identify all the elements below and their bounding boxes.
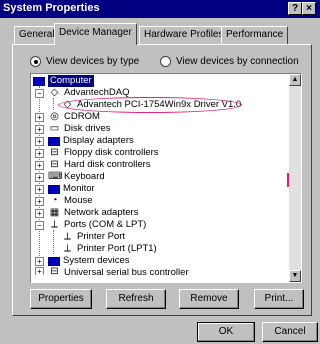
tab-device-manager[interactable]: Device Manager: [54, 23, 137, 45]
tree-item-disk-drives[interactable]: + ▭ Disk drives: [35, 123, 110, 135]
collapse-icon[interactable]: −: [35, 88, 44, 98]
tree-item-network-adapters[interactable]: + ▦ Network adapters: [35, 207, 138, 219]
tree-item-hard-disk-controllers[interactable]: + ⊟ Hard disk controllers: [35, 159, 151, 171]
tree-item-usb-controller[interactable]: + ⊟ Universal serial bus controller: [35, 267, 189, 275]
tree-item-advantechdaq[interactable]: − ◇ AdvantechDAQ: [35, 87, 129, 99]
view-by-connection-radio[interactable]: View devices by connection: [160, 56, 299, 67]
expand-icon[interactable]: +: [35, 136, 44, 146]
tree-item-computer[interactable]: Computer: [33, 75, 94, 87]
network-adapter-icon: ▦: [49, 207, 60, 218]
disk-drive-icon: ▭: [49, 123, 60, 134]
tree-item-label: Keyboard: [64, 171, 105, 182]
tree-item-keyboard[interactable]: + ⌨ Keyboard: [35, 171, 105, 183]
tree-item-label: AdvantechDAQ: [64, 87, 130, 98]
usb-controller-icon: ⊟: [50, 267, 59, 275]
daq-device-icon: ◇: [63, 99, 72, 110]
tree-item-label: CDROM: [64, 111, 100, 122]
radio-selected-icon: [30, 56, 41, 67]
expand-icon[interactable]: +: [35, 172, 44, 182]
collapse-icon[interactable]: −: [35, 220, 44, 230]
monitor-icon: [48, 184, 60, 194]
daq-icon: ◇: [50, 87, 59, 98]
tree-item-label: Universal serial bus controller: [64, 267, 189, 275]
highlight-mark: [287, 173, 289, 187]
tree-item-mouse[interactable]: + ◔ Mouse: [35, 195, 93, 207]
remove-button[interactable]: Remove: [179, 289, 239, 309]
cdrom-icon: ◎: [50, 111, 59, 122]
scroll-up-icon[interactable]: ▲: [289, 74, 301, 86]
tree-item-printer-port-lpt1[interactable]: ⟂ Printer Port (LPT1): [61, 243, 157, 255]
close-button[interactable]: ×: [302, 2, 316, 15]
tab-general[interactable]: General: [14, 26, 60, 44]
tree-item-label: Floppy disk controllers: [64, 147, 159, 158]
tree-item-label: Monitor: [63, 183, 95, 194]
hard-disk-controller-icon: ⊟: [50, 159, 59, 170]
tree-item-label: Computer: [48, 75, 94, 87]
floppy-controller-icon: ⊟: [50, 147, 59, 158]
printer-port-icon: ⟂: [64, 243, 71, 254]
tree-item-system-devices[interactable]: + System devices: [35, 255, 130, 267]
tree-item-display-adapters[interactable]: + Display adapters: [35, 135, 134, 147]
expand-icon[interactable]: +: [35, 184, 44, 194]
ports-icon: ⟂: [51, 219, 58, 230]
tree-item-ports[interactable]: − ⟂ Ports (COM & LPT): [35, 219, 146, 231]
tree-item-label: Disk drives: [64, 123, 111, 134]
view-by-connection-label: View devices by connection: [176, 56, 299, 67]
expand-icon[interactable]: +: [35, 208, 44, 218]
tree-item-label: Printer Port: [77, 231, 126, 242]
window-title: System Properties: [3, 2, 100, 14]
tree-item-label: Advantech PCI-1754Win9x Driver V1.0: [77, 99, 242, 110]
keyboard-icon: ⌨: [48, 171, 63, 182]
expand-icon[interactable]: +: [35, 112, 44, 122]
ok-button[interactable]: OK: [197, 322, 255, 342]
tree-item-label: Display adapters: [63, 135, 134, 146]
mouse-icon: ◔: [51, 195, 58, 206]
tree-item-monitor[interactable]: + Monitor: [35, 183, 95, 195]
expand-icon[interactable]: +: [35, 148, 44, 158]
properties-button[interactable]: Properties: [30, 289, 92, 309]
tree-item-label: System devices: [63, 255, 130, 266]
tree-item-label: Ports (COM & LPT): [64, 219, 147, 230]
device-tree[interactable]: Computer − ◇ AdvantechDAQ ◇ Advantech PC…: [30, 73, 302, 283]
tree-item-advantech-driver[interactable]: ◇ Advantech PCI-1754Win9x Driver V1.0: [61, 99, 242, 111]
expand-icon[interactable]: +: [35, 267, 44, 275]
view-by-type-label: View devices by type: [46, 56, 140, 67]
computer-icon: [33, 76, 45, 86]
tree-connector: [53, 98, 54, 110]
tree-item-label: Printer Port (LPT1): [77, 243, 157, 254]
tree-item-printer-port[interactable]: ⟂ Printer Port: [61, 231, 125, 243]
tree-connector: [53, 230, 54, 254]
title-bar: System Properties ? ×: [0, 0, 320, 18]
tab-hardware-profiles[interactable]: Hardware Profiles: [139, 26, 229, 44]
cancel-button[interactable]: Cancel: [262, 322, 318, 342]
refresh-button[interactable]: Refresh: [106, 289, 166, 309]
tree-item-cdrom[interactable]: + ◎ CDROM: [35, 111, 100, 123]
system-devices-icon: [48, 256, 60, 266]
tree-item-label: Hard disk controllers: [64, 159, 151, 170]
display-adapter-icon: [48, 136, 60, 146]
tree-item-label: Mouse: [64, 195, 93, 206]
print-button[interactable]: Print...: [254, 289, 304, 309]
help-button[interactable]: ?: [288, 2, 302, 15]
vertical-scrollbar[interactable]: ▲ ▼: [289, 74, 301, 282]
expand-icon[interactable]: +: [35, 160, 44, 170]
tree-item-label: Network adapters: [64, 207, 139, 218]
expand-icon[interactable]: +: [35, 124, 44, 134]
view-by-type-radio[interactable]: View devices by type: [30, 56, 139, 67]
tree-item-floppy-controllers[interactable]: + ⊟ Floppy disk controllers: [35, 147, 159, 159]
expand-icon[interactable]: +: [35, 196, 44, 206]
scroll-down-icon[interactable]: ▼: [289, 270, 301, 282]
radio-unselected-icon: [160, 56, 171, 67]
printer-port-icon: ⟂: [64, 231, 71, 242]
tab-performance[interactable]: Performance: [221, 26, 289, 44]
expand-icon[interactable]: +: [35, 256, 44, 266]
